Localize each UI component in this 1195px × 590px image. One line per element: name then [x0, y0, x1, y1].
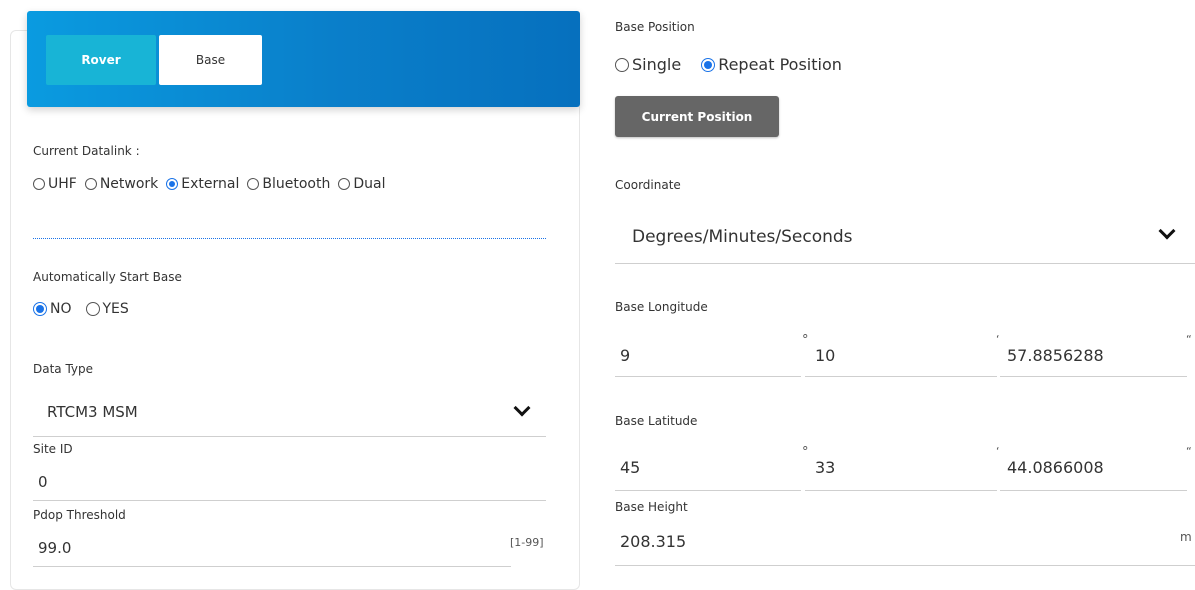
data-type-select[interactable]: RTCM3 MSM	[47, 403, 138, 421]
height-input[interactable]: 208.315	[620, 532, 686, 551]
auto-start-radio-group: NO YES	[33, 301, 137, 317]
height-underline	[615, 565, 1195, 566]
datalink-divider	[33, 238, 546, 239]
base-position-label: Base Position	[615, 20, 695, 34]
pdop-label: Pdop Threshold	[33, 508, 126, 522]
minute-symbol: ‘	[996, 333, 1000, 346]
second-symbol: “	[1186, 445, 1192, 458]
site-id-underline	[33, 500, 546, 501]
chevron-down-icon[interactable]	[1158, 222, 1176, 240]
auto-start-option-yes[interactable]: YES	[85, 301, 129, 317]
longitude-minutes-input[interactable]: 10	[815, 346, 835, 365]
base-position-option-repeat[interactable]: Repeat Position	[701, 55, 842, 74]
latitude-degrees-underline	[615, 490, 801, 491]
pdop-range-hint: [1-99]	[510, 536, 544, 549]
radio-icon	[84, 178, 97, 190]
datalink-option-network[interactable]: Network	[84, 176, 158, 192]
site-id-label: Site ID	[33, 442, 73, 456]
latitude-label: Base Latitude	[615, 414, 698, 428]
coordinate-select[interactable]: Degrees/Minutes/Seconds	[632, 227, 853, 247]
data-type-underline	[33, 436, 546, 437]
datalink-option-bluetooth[interactable]: Bluetooth	[247, 176, 330, 192]
auto-start-label: Automatically Start Base	[33, 270, 182, 284]
tab-base[interactable]: Base	[159, 35, 262, 85]
latitude-minutes-input[interactable]: 33	[815, 458, 835, 477]
current-position-button[interactable]: Current Position	[615, 96, 779, 137]
degree-symbol: °	[802, 445, 809, 460]
longitude-seconds-underline	[1000, 376, 1187, 377]
latitude-seconds-underline	[1000, 490, 1187, 491]
radio-selected-icon	[33, 302, 47, 316]
site-id-input[interactable]: 0	[38, 473, 48, 491]
latitude-degrees-input[interactable]: 45	[620, 458, 640, 477]
coordinate-label: Coordinate	[615, 178, 681, 192]
datalink-option-external[interactable]: External	[166, 176, 239, 192]
datalink-option-dual[interactable]: Dual	[338, 176, 385, 192]
radio-icon	[338, 178, 351, 190]
radio-icon	[615, 57, 629, 72]
radio-icon	[85, 302, 100, 316]
radio-selected-icon	[166, 178, 179, 190]
datalink-radio-group: UHF Network External Bluetooth Dual	[33, 176, 393, 192]
datalink-option-uhf[interactable]: UHF	[33, 176, 77, 192]
pdop-input[interactable]: 99.0	[38, 539, 71, 557]
latitude-minutes-underline	[805, 490, 997, 491]
degree-symbol: °	[802, 333, 809, 348]
longitude-label: Base Longitude	[615, 300, 708, 314]
longitude-degrees-input[interactable]: 9	[620, 346, 630, 365]
second-symbol: “	[1186, 333, 1192, 346]
auto-start-option-no[interactable]: NO	[33, 301, 72, 317]
height-label: Base Height	[615, 500, 688, 514]
minute-symbol: ‘	[996, 445, 1000, 458]
longitude-seconds-input[interactable]: 57.8856288	[1007, 346, 1104, 365]
radio-icon	[33, 178, 45, 190]
latitude-seconds-input[interactable]: 44.0866008	[1007, 458, 1104, 477]
base-position-radio-group: Single Repeat Position	[615, 55, 850, 74]
longitude-degrees-underline	[615, 376, 801, 377]
data-type-label: Data Type	[33, 362, 94, 376]
base-position-option-single[interactable]: Single	[615, 55, 681, 74]
datalink-label: Current Datalink :	[33, 144, 140, 158]
tab-rover[interactable]: Rover	[46, 35, 156, 85]
height-unit: m	[1180, 530, 1192, 544]
longitude-minutes-underline	[805, 376, 997, 377]
pdop-underline	[33, 566, 511, 567]
radio-icon	[247, 178, 260, 190]
radio-selected-icon	[701, 57, 716, 72]
coordinate-underline	[615, 263, 1195, 264]
